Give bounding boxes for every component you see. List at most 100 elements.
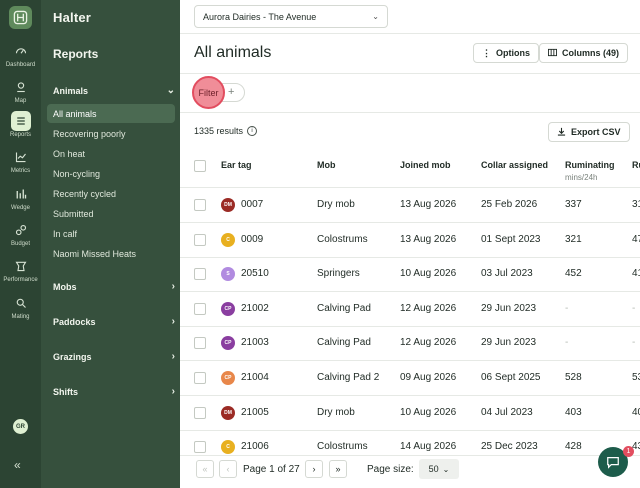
- row-checkbox[interactable]: [194, 199, 206, 211]
- table-row[interactable]: CP 21004 Calving Pad 2 09 Aug 2026 06 Sept 2…: [180, 361, 640, 396]
- site-select[interactable]: Aurora Dairies - The Avenue ⌄: [194, 5, 388, 28]
- table-row[interactable]: S 20510 Springers 10 Aug 2026 03 Jul 2023 452…: [180, 257, 640, 293]
- first-page-button[interactable]: «: [196, 460, 214, 478]
- info-icon[interactable]: i: [247, 126, 258, 136]
- rail-item-performance[interactable]: Performance: [0, 256, 41, 283]
- row-checkbox[interactable]: [194, 233, 206, 246]
- sidebar-group-label: Shifts: [53, 386, 79, 397]
- rail-item-budget[interactable]: Budget: [0, 220, 41, 247]
- select-all-checkbox[interactable]: [194, 160, 206, 172]
- cell-collar-assigned: 25 Dec 2023: [481, 441, 538, 453]
- row-checkbox[interactable]: [194, 441, 206, 454]
- line-chart-icon: [11, 147, 31, 167]
- cell-ear-tag[interactable]: 21003: [241, 337, 269, 348]
- sidebar-group-mobs[interactable]: Mobs ›: [53, 281, 175, 292]
- column-header-next[interactable]: Ru: [632, 160, 640, 170]
- cell-ruminating: 403: [565, 406, 582, 418]
- cell-joined-mob: 10 Aug 2026: [400, 406, 457, 418]
- row-checkbox[interactable]: [194, 406, 206, 419]
- row-checkbox[interactable]: [194, 302, 206, 315]
- icon-rail: Dashboard Map Reports Metrics Wedge Budg…: [0, 0, 41, 488]
- cell-ear-tag[interactable]: 21002: [241, 303, 269, 314]
- table-row[interactable]: C 0009 Colostrums 13 Aug 2026 01 Sept 2023 32…: [180, 223, 640, 258]
- sidebar-item-recovering-poorly[interactable]: Recovering poorly: [47, 124, 175, 143]
- cell-ruminating: 528: [565, 372, 582, 383]
- sidebar-item-all-animals[interactable]: All animals: [47, 104, 175, 123]
- halter-logo-icon[interactable]: [9, 6, 32, 29]
- last-page-button[interactable]: »: [329, 460, 347, 478]
- page-size-select[interactable]: 50 ⌄: [419, 459, 459, 479]
- rail-item-dashboard[interactable]: Dashboard: [0, 41, 41, 68]
- table-row[interactable]: CP 21003 Calving Pad 12 Aug 2026 29 Jun 2023…: [180, 326, 640, 362]
- cell-next: 53: [632, 372, 640, 383]
- gauge-icon: [11, 41, 31, 61]
- cell-ear-tag[interactable]: 0007: [241, 199, 263, 210]
- site-select-value: Aurora Dairies - The Avenue: [203, 11, 317, 22]
- column-header-joined-mob[interactable]: Joined mob: [400, 160, 451, 170]
- sidebar-group-paddocks[interactable]: Paddocks ›: [53, 316, 175, 327]
- table-row[interactable]: CP 21002 Calving Pad 12 Aug 2026 29 Jun 2023…: [180, 292, 640, 327]
- column-header-collar-assigned[interactable]: Collar assigned: [481, 160, 548, 170]
- export-csv-button[interactable]: Export CSV: [548, 122, 630, 142]
- table-row[interactable]: DM 21005 Dry mob 10 Aug 2026 04 Jul 2023 403 4…: [180, 396, 640, 431]
- cell-ear-tag[interactable]: 21005: [241, 407, 269, 418]
- row-checkbox[interactable]: [194, 268, 206, 281]
- shield-icon: [11, 256, 31, 276]
- results-label: 1335 results: [194, 126, 244, 136]
- cell-ear-tag[interactable]: 0009: [241, 234, 263, 245]
- next-page-button[interactable]: ›: [305, 460, 323, 478]
- add-filter-button[interactable]: +: [228, 86, 234, 98]
- collapse-sidebar-button[interactable]: «: [14, 458, 21, 472]
- cell-ear-tag[interactable]: 20510: [241, 268, 269, 279]
- column-header-ear-tag[interactable]: Ear tag: [221, 160, 252, 170]
- filter-label: Filter: [198, 87, 219, 98]
- sidebar-group-grazings[interactable]: Grazings ›: [53, 351, 175, 362]
- avatar[interactable]: GR: [13, 419, 28, 434]
- rail-item-metrics[interactable]: Metrics: [0, 147, 41, 174]
- cell-mob: Calving Pad: [317, 302, 371, 314]
- filter-button[interactable]: Filter: [192, 76, 225, 109]
- rail-item-map[interactable]: Map: [0, 77, 41, 104]
- prev-page-button[interactable]: ‹: [219, 460, 237, 478]
- page-size-label: Page size:: [367, 464, 414, 475]
- cell-mob: Colostrums: [317, 441, 368, 453]
- cell-next: -: [632, 302, 636, 314]
- row-checkbox[interactable]: [194, 337, 206, 350]
- options-button[interactable]: ⋮ Options: [473, 43, 539, 63]
- sidebar-item-on-heat[interactable]: On heat: [47, 144, 175, 163]
- sidebar-group-shifts[interactable]: Shifts ›: [53, 386, 175, 397]
- sidebar-item-in-calf[interactable]: In calf: [47, 224, 175, 243]
- sidebar-item-non-cycling[interactable]: Non-cycling: [47, 164, 175, 183]
- sidebar-item-submitted[interactable]: Submitted: [47, 204, 175, 223]
- cell-joined-mob: 14 Aug 2026: [400, 441, 457, 453]
- sidebar-item-naomi-missed-heats[interactable]: Naomi Missed Heats: [47, 244, 175, 263]
- row-checkbox[interactable]: [194, 372, 206, 384]
- cell-mob: Colostrums: [317, 233, 368, 245]
- cell-collar-assigned: 06 Sept 2025: [481, 372, 541, 383]
- cell-next: 31: [632, 199, 640, 210]
- page-title: All animals: [194, 44, 272, 61]
- chevron-down-icon: ⌄: [166, 85, 175, 96]
- map-pin-icon: [11, 77, 31, 97]
- column-header-mob[interactable]: Mob: [317, 160, 336, 170]
- cell-next: 41: [632, 268, 640, 280]
- cell-mob: Calving Pad 2: [317, 372, 380, 383]
- columns-button[interactable]: Columns (49): [539, 43, 629, 63]
- cell-ear-tag[interactable]: 21006: [241, 441, 269, 452]
- cell-ruminating: 321: [565, 233, 582, 245]
- rail-item-wedge[interactable]: Wedge: [0, 184, 41, 211]
- mob-badge: CP: [221, 371, 235, 385]
- sidebar-group-animals[interactable]: Animals ⌄: [53, 85, 175, 96]
- cell-ruminating: 337: [565, 199, 582, 210]
- table-row[interactable]: DM 0007 Dry mob 13 Aug 2026 25 Feb 2026 337 31: [180, 188, 640, 223]
- column-header-ruminating[interactable]: Ruminating: [565, 160, 615, 170]
- rail-item-reports[interactable]: Reports: [0, 111, 41, 138]
- cell-joined-mob: 13 Aug 2026: [400, 233, 457, 245]
- mob-badge: CP: [221, 336, 235, 351]
- chevron-down-icon: ⌄: [442, 464, 450, 474]
- sidebar-group-label: Grazings: [53, 351, 92, 362]
- rail-item-mating[interactable]: Mating: [0, 293, 41, 320]
- pagination: « ‹ Page 1 of 27 › » Page size: 50 ⌄: [180, 455, 640, 488]
- cell-ear-tag[interactable]: 21004: [241, 372, 269, 383]
- sidebar-item-recently-cycled[interactable]: Recently cycled: [47, 184, 175, 203]
